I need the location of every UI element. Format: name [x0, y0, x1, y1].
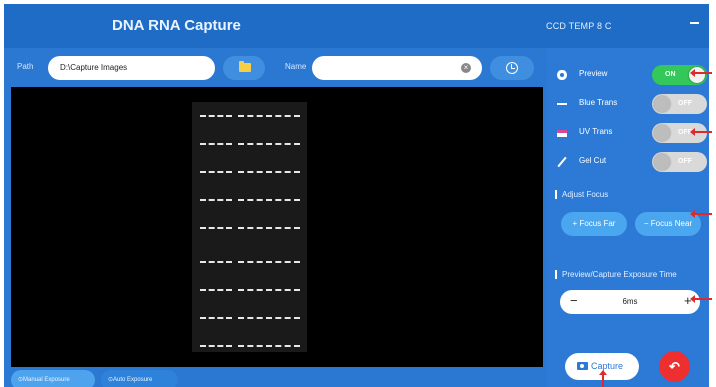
dash-icon [557, 103, 567, 105]
name-input[interactable] [312, 56, 482, 80]
gel-band [238, 115, 300, 118]
gel-band-row [192, 143, 307, 149]
uv-icon [557, 130, 567, 137]
uv-trans-row: UV Trans OFF [557, 123, 707, 143]
gel-image [192, 102, 307, 352]
blue-trans-row: Blue Trans OFF [557, 94, 707, 114]
exposure-time-value: 6ms [622, 297, 638, 306]
gel-band [238, 143, 300, 146]
history-icon [506, 62, 518, 74]
gel-band [238, 289, 300, 292]
preview-toggle-state: ON [665, 71, 676, 78]
gel-cut-toggle-state: OFF [678, 158, 692, 165]
app-title: DNA RNA Capture [112, 17, 241, 34]
gel-band [200, 115, 232, 118]
ccd-temperature: CCD TEMP 8 C [546, 21, 612, 31]
exposure-time-stepper: − 6ms + [560, 290, 700, 314]
gel-band [238, 171, 300, 174]
path-input[interactable]: D:\Capture Images [48, 56, 215, 80]
camera-icon [577, 362, 588, 370]
preview-row: Preview ON [557, 65, 707, 85]
auto-exposure-button[interactable]: ⊙Auto Exposure [101, 370, 178, 387]
gel-cut-toggle[interactable]: OFF [652, 152, 707, 172]
gel-band [238, 317, 300, 320]
exposure-time-title: Preview/Capture Exposure Time [555, 270, 677, 279]
adjust-focus-title: Adjust Focus [555, 190, 608, 199]
preview-toggle[interactable]: ON [652, 65, 707, 85]
gel-band [200, 261, 232, 264]
gel-band [200, 199, 232, 202]
gel-band [200, 143, 232, 146]
gel-band [238, 345, 300, 348]
path-label: Path [17, 62, 34, 71]
blue-trans-toggle[interactable]: OFF [652, 94, 707, 114]
gel-cut-label: Gel Cut [579, 156, 607, 165]
gel-band-row [192, 199, 307, 205]
clear-icon[interactable]: × [461, 63, 471, 73]
gel-band-row [192, 261, 307, 267]
knife-icon [557, 156, 567, 168]
app-window: DNA RNA Capture CCD TEMP 8 C Path D:\Cap… [4, 4, 709, 387]
gel-band [200, 345, 232, 348]
gel-band-row [192, 227, 307, 233]
toggle-knob [654, 96, 670, 112]
uv-trans-toggle[interactable]: OFF [652, 123, 707, 143]
name-label: Name [285, 62, 307, 71]
gel-band [238, 227, 300, 230]
gel-band [200, 227, 232, 230]
gel-cut-row: Gel Cut OFF [557, 152, 707, 172]
gel-band-row [192, 171, 307, 177]
folder-icon [239, 61, 251, 72]
gel-band [238, 261, 300, 264]
gel-band-row [192, 115, 307, 121]
gel-band [200, 317, 232, 320]
gel-band [238, 199, 300, 202]
toggle-knob [654, 125, 670, 141]
title-bar: DNA RNA Capture CCD TEMP 8 C [4, 4, 709, 48]
manual-exposure-button[interactable]: ⊙Manual Exposure [11, 370, 95, 387]
control-panel: Preview ON Blue Trans OFF UV Trans OFF G… [547, 48, 709, 387]
blue-trans-toggle-state: OFF [678, 100, 692, 107]
annotation-arrow [599, 370, 607, 387]
gel-band [200, 289, 232, 292]
gel-band-row [192, 289, 307, 295]
uv-trans-label: UV Trans [579, 127, 613, 136]
gel-band [200, 171, 232, 174]
back-button[interactable]: ↶ [659, 351, 690, 382]
annotation-arrow [690, 128, 712, 136]
gel-band-row [192, 345, 307, 351]
image-viewer[interactable] [11, 87, 543, 367]
focus-far-button[interactable]: + Focus Far [561, 212, 627, 236]
eye-icon [557, 70, 567, 80]
blue-trans-label: Blue Trans [579, 98, 618, 107]
annotation-arrow [690, 69, 712, 77]
annotation-arrow [690, 295, 712, 303]
minimize-button[interactable] [690, 22, 699, 24]
gel-band-row [192, 317, 307, 323]
annotation-arrow [690, 210, 712, 218]
preview-label: Preview [579, 69, 608, 78]
capture-label: Capture [591, 361, 624, 371]
toggle-knob [654, 154, 670, 170]
